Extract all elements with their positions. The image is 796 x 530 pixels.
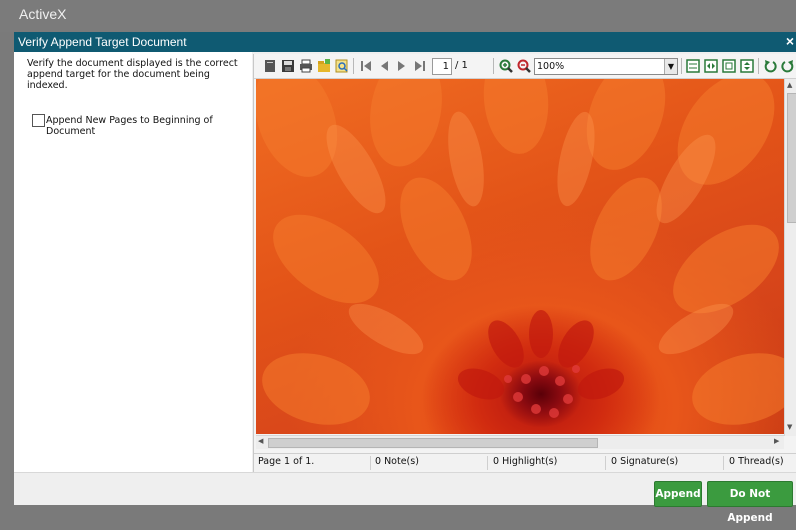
toolbar-separator: [353, 58, 354, 74]
prev-page-icon[interactable]: [376, 58, 392, 74]
scroll-up-icon[interactable]: ▲: [787, 81, 792, 89]
dialog-title-bar: Verify Append Target Document ×: [14, 32, 796, 52]
viewer-toolbar: 1 / 1 100% ▼: [254, 54, 796, 79]
close-icon[interactable]: ×: [786, 33, 794, 49]
rotate-right-icon[interactable]: [780, 58, 796, 74]
append-to-beginning-label[interactable]: Append New Pages to Beginning of Documen…: [46, 115, 236, 137]
scroll-left-icon[interactable]: ◀: [258, 437, 263, 445]
document-page-image: [256, 79, 784, 434]
last-page-icon[interactable]: [412, 58, 428, 74]
append-button[interactable]: Append: [654, 481, 702, 507]
first-page-icon[interactable]: [358, 58, 374, 74]
document-viewer: 1 / 1 100% ▼ ▲ ▼ ◀ ▶ Page 1 of 1. 0 Note…: [253, 54, 796, 472]
flower-photo: [256, 79, 784, 425]
fit-width-icon[interactable]: [703, 58, 719, 74]
app-title-bar: ActiveX: [0, 0, 796, 32]
zoom-value: 100%: [537, 61, 565, 72]
print-icon[interactable]: [298, 58, 314, 74]
append-to-beginning-checkbox[interactable]: [32, 114, 45, 127]
horizontal-scrollbar[interactable]: ◀ ▶: [256, 435, 784, 449]
vertical-scrollbar[interactable]: ▲ ▼: [784, 79, 796, 436]
instructions-panel: Verify the document displayed is the cor…: [14, 52, 252, 472]
chevron-down-icon[interactable]: ▼: [664, 59, 677, 74]
toolbar-separator: [681, 58, 682, 74]
status-page: Page 1 of 1.: [254, 456, 371, 470]
zoom-in-icon[interactable]: [498, 58, 514, 74]
do-not-append-button[interactable]: Do Not Append: [707, 481, 793, 524]
page-total: / 1: [455, 60, 468, 71]
rotate-left-icon[interactable]: [762, 58, 778, 74]
vertical-scroll-thumb[interactable]: [787, 93, 796, 223]
status-notes: 0 Note(s): [371, 456, 488, 470]
zoom-out-icon[interactable]: [516, 58, 532, 74]
status-signatures: 0 Signature(s): [607, 456, 724, 470]
instructions-text: Verify the document displayed is the cor…: [27, 58, 238, 91]
toolbar-separator: [493, 58, 494, 74]
find-icon[interactable]: [334, 58, 350, 74]
scroll-down-icon[interactable]: ▼: [787, 423, 792, 431]
next-page-icon[interactable]: [394, 58, 410, 74]
app-title: ActiveX: [19, 6, 67, 22]
viewer-status-bar: Page 1 of 1. 0 Note(s) 0 Highlight(s) 0 …: [254, 453, 796, 470]
status-threads: 0 Thread(s): [729, 456, 784, 467]
status-highlights: 0 Highlight(s): [489, 456, 606, 470]
document-icon[interactable]: [262, 58, 278, 74]
toolbar-separator: [758, 58, 759, 74]
verify-append-dialog: Verify Append Target Document × Verify t…: [14, 32, 796, 524]
scroll-right-icon[interactable]: ▶: [774, 437, 779, 445]
zoom-select[interactable]: 100% ▼: [534, 58, 678, 75]
save-icon[interactable]: [280, 58, 296, 74]
fit-page-icon[interactable]: [685, 58, 701, 74]
dialog-title: Verify Append Target Document: [18, 35, 187, 49]
open-folder-icon[interactable]: [316, 58, 332, 74]
full-fit-icon[interactable]: [739, 58, 755, 74]
horizontal-scroll-thumb[interactable]: [268, 438, 598, 448]
page-number-input[interactable]: 1: [432, 58, 452, 75]
dialog-footer: Append Do Not Append: [14, 472, 796, 524]
actual-size-icon[interactable]: [721, 58, 737, 74]
